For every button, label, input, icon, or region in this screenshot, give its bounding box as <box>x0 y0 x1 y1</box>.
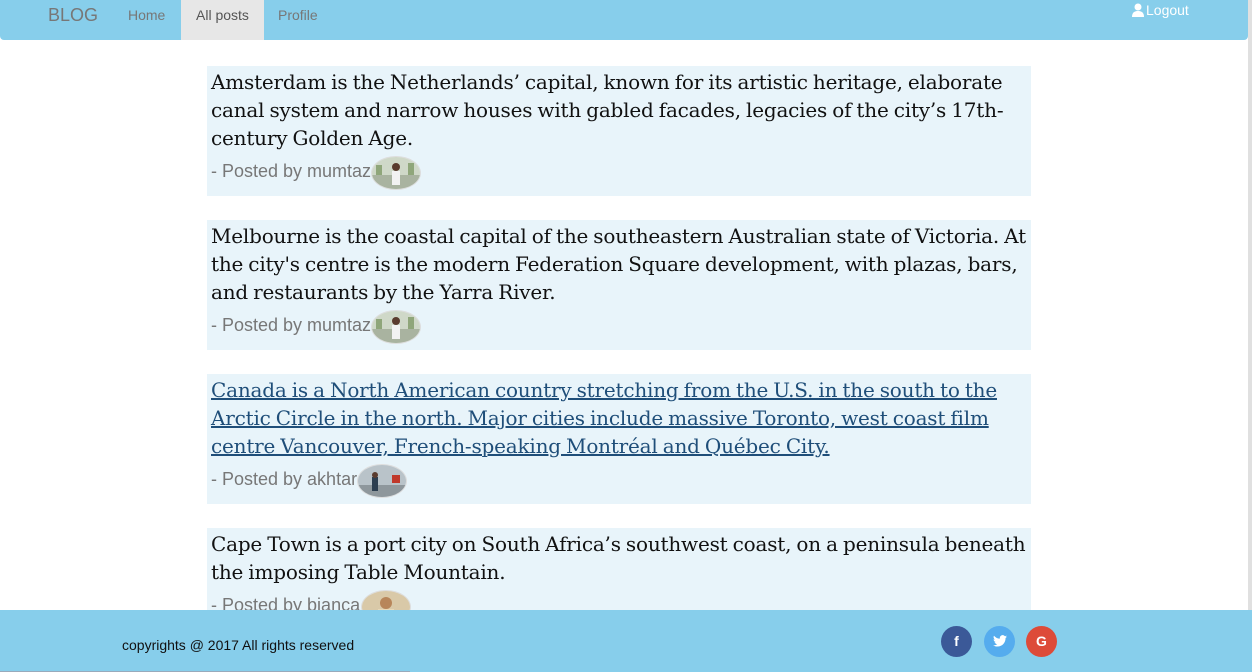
nav-all-posts[interactable]: All posts <box>181 0 264 40</box>
user-icon <box>1132 3 1144 17</box>
google-icon[interactable]: G <box>1026 626 1057 657</box>
post-card: Canada is a North American country stret… <box>207 374 1031 504</box>
top-navbar: BLOG Home All posts Profile Logout <box>0 0 1248 40</box>
avatar[interactable] <box>357 464 407 498</box>
post-text: Amsterdam is the Netherlands’ capital, k… <box>211 70 1004 150</box>
nav-profile[interactable]: Profile <box>263 0 333 40</box>
avatar[interactable] <box>371 156 421 190</box>
logout-button[interactable]: Logout <box>1131 0 1189 20</box>
posts-list: Amsterdam is the Netherlands’ capital, k… <box>207 66 1031 654</box>
post-card: Melbourne is the coastal capital of the … <box>207 220 1031 350</box>
post-author: - Posted by akhtar <box>211 469 358 489</box>
post-meta: - Posted by mumtaz <box>211 156 1027 190</box>
avatar[interactable] <box>371 310 421 344</box>
footer: copyrights @ 2017 All rights reserved f … <box>0 610 1252 672</box>
post-card: Amsterdam is the Netherlands’ capital, k… <box>207 66 1031 196</box>
post-link[interactable]: Canada is a North American country stret… <box>211 376 1027 460</box>
brand-logo[interactable]: BLOG <box>48 5 98 26</box>
twitter-icon[interactable] <box>984 626 1015 657</box>
post-meta: - Posted by mumtaz <box>211 310 1027 344</box>
post-meta: - Posted by akhtar <box>211 464 1027 498</box>
post-text: Cape Town is a port city on South Africa… <box>211 532 1026 584</box>
facebook-icon[interactable]: f <box>941 626 972 657</box>
nav-home[interactable]: Home <box>113 0 180 40</box>
post-text: Melbourne is the coastal capital of the … <box>211 224 1026 304</box>
post-author: - Posted by mumtaz <box>211 161 372 181</box>
post-author: - Posted by mumtaz <box>211 315 372 335</box>
logout-label: Logout <box>1146 2 1189 18</box>
copyright-text: copyrights @ 2017 All rights reserved <box>122 637 355 653</box>
scrollbar[interactable] <box>1248 0 1252 610</box>
